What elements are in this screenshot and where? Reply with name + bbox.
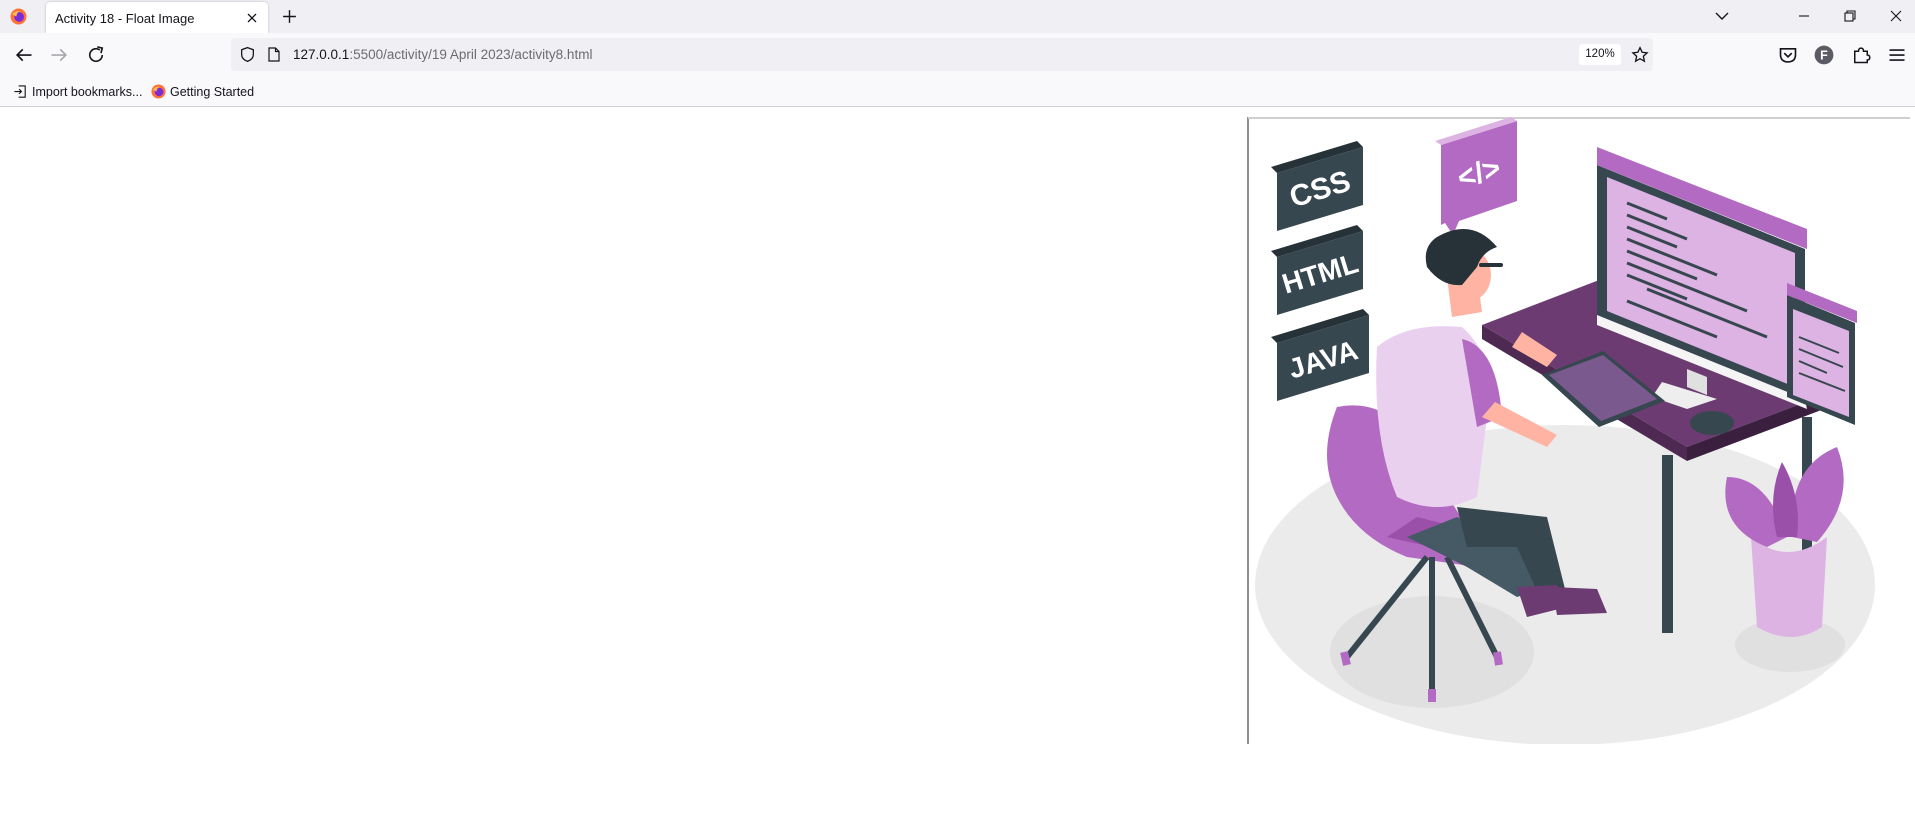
address-bar[interactable]: 127.0.0.1:5500/activity/19 April 2023/ac… xyxy=(231,38,1653,71)
bookmarks-toolbar: Import bookmarks... Getting Started xyxy=(0,78,1915,107)
html-sign: HTML xyxy=(1271,225,1363,315)
new-tab-icon[interactable] xyxy=(281,8,298,25)
url-field[interactable]: 127.0.0.1:5500/activity/19 April 2023/ac… xyxy=(293,47,592,62)
forward-icon[interactable] xyxy=(49,45,69,65)
navigation-toolbar: 127.0.0.1:5500/activity/19 April 2023/ac… xyxy=(0,33,1915,78)
firefox-icon[interactable] xyxy=(10,8,27,25)
mouse xyxy=(1690,411,1734,435)
tracking-protection-shield-icon[interactable] xyxy=(239,46,256,63)
bookmark-star-icon[interactable] xyxy=(1631,46,1649,64)
bookmark-import[interactable]: Import bookmarks... xyxy=(13,84,142,101)
close-window-icon[interactable] xyxy=(1888,8,1904,24)
code-bubble-icon: </> xyxy=(1435,117,1517,235)
tab-strip: Activity 18 - Float Image xyxy=(0,0,1915,33)
restore-icon[interactable] xyxy=(1842,8,1858,24)
firefox-icon xyxy=(151,84,166,99)
java-sign: JAVA xyxy=(1271,309,1369,401)
bookmark-label: Getting Started xyxy=(170,85,255,99)
page-content: CSS HTML JAVA </> xyxy=(0,108,1915,819)
reload-icon[interactable] xyxy=(86,45,106,65)
chevron-down-icon[interactable] xyxy=(1713,8,1731,24)
close-tab-icon[interactable] xyxy=(244,10,260,26)
developer-illustration-image: CSS HTML JAVA </> xyxy=(1247,117,1910,744)
css-sign: CSS xyxy=(1271,141,1363,231)
url-host: 127.0.0.1 xyxy=(293,47,350,62)
bookmark-getting-started[interactable]: Getting Started xyxy=(151,84,254,101)
account-avatar-icon[interactable]: F xyxy=(1814,45,1834,65)
zoom-level-button[interactable]: 120% xyxy=(1579,44,1621,65)
import-icon xyxy=(14,85,26,98)
pocket-icon[interactable] xyxy=(1778,45,1798,65)
page-info-icon[interactable] xyxy=(267,46,281,63)
tab-active[interactable]: Activity 18 - Float Image xyxy=(46,2,268,33)
menu-hamburger-icon[interactable] xyxy=(1887,45,1907,65)
extensions-puzzle-icon[interactable] xyxy=(1851,45,1871,65)
minimize-icon[interactable] xyxy=(1796,8,1812,24)
url-path: :5500/activity/19 April 2023/activity8.h… xyxy=(349,47,593,62)
tab-title: Activity 18 - Float Image xyxy=(55,11,195,26)
account-initial: F xyxy=(1820,48,1828,62)
back-icon[interactable] xyxy=(14,45,34,65)
bookmark-label: Import bookmarks... xyxy=(32,85,143,99)
